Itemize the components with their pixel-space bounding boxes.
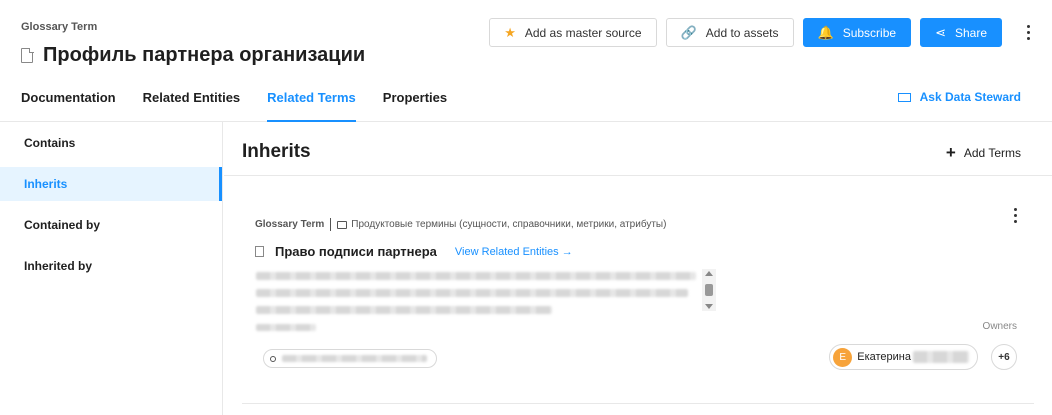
subscribe-label: Subscribe xyxy=(842,25,897,40)
term-card[interactable]: Glossary Term Продуктовые термины (сущно… xyxy=(242,194,1034,404)
redacted-owner-surname xyxy=(913,351,969,363)
glossary-term-icon xyxy=(255,246,264,257)
entity-header: Glossary Term Профиль партнера организац… xyxy=(0,0,1052,122)
owners-label: Owners xyxy=(982,321,1017,332)
term-card-type: Glossary Term xyxy=(255,219,325,230)
plus-icon: + xyxy=(945,143,956,162)
view-related-entities-link[interactable]: View Related Entities → xyxy=(455,246,573,258)
term-card-path[interactable]: Продуктовые термины (сущности, справочни… xyxy=(351,219,666,230)
share-label: Share xyxy=(954,25,987,40)
owner-name: Екатерина xyxy=(857,351,911,363)
sidebar-item-contains[interactable]: Contains xyxy=(0,126,222,160)
tab-related-entities[interactable]: Related Entities xyxy=(143,90,241,122)
redacted-description-line xyxy=(256,324,316,331)
add-terms-label: Add Terms xyxy=(963,146,1021,160)
sidebar-item-inherits[interactable]: Inherits xyxy=(0,167,222,201)
share-icon: ⋖ xyxy=(935,25,946,40)
section-title: Inherits xyxy=(242,141,311,162)
term-card-name-row: Право подписи партнера View Related Enti… xyxy=(255,244,573,259)
related-terms-panel: Inherits + Add Terms Glossary Term Проду… xyxy=(224,122,1052,415)
term-card-meta: Glossary Term Продуктовые термины (сущно… xyxy=(255,218,666,231)
owner-chip[interactable]: E Екатерина xyxy=(829,344,978,370)
avatar: E xyxy=(833,347,853,367)
divider xyxy=(224,175,1052,176)
title-row: Профиль партнера организации xyxy=(21,44,365,67)
relationship-sidebar: Contains Inherits Contained by Inherited… xyxy=(0,122,223,415)
scroll-up-icon[interactable] xyxy=(705,271,713,276)
header-actions: ★ Add as master source 🔗 Add to assets 🔔… xyxy=(480,18,1032,47)
ask-data-steward-label: Ask Data Steward xyxy=(919,90,1021,104)
card-more-options-icon[interactable] xyxy=(1014,208,1017,223)
description-scrollbar[interactable] xyxy=(702,269,716,311)
redacted-description-line xyxy=(256,272,696,280)
scroll-thumb[interactable] xyxy=(705,284,713,296)
more-options-icon[interactable] xyxy=(1024,25,1032,40)
owners-more-button[interactable]: +6 xyxy=(991,344,1017,370)
tab-related-terms[interactable]: Related Terms xyxy=(267,90,356,122)
link-icon: 🔗 xyxy=(680,25,697,40)
tag-icon xyxy=(270,355,276,362)
sidebar-item-inherited-by[interactable]: Inherited by xyxy=(0,249,222,283)
entity-type-label: Glossary Term xyxy=(21,21,98,33)
meta-separator xyxy=(330,218,332,231)
tab-properties[interactable]: Properties xyxy=(383,90,447,122)
term-card-name[interactable]: Право подписи партнера xyxy=(275,244,437,259)
entity-tabs: Documentation Related Entities Related T… xyxy=(21,90,474,122)
tab-documentation[interactable]: Documentation xyxy=(21,90,116,122)
ask-data-steward-link[interactable]: Ask Data Steward xyxy=(897,90,1021,104)
folder-icon xyxy=(337,220,348,229)
star-icon: ★ xyxy=(504,25,516,40)
add-master-source-label: Add as master source xyxy=(524,25,642,40)
mail-icon xyxy=(897,92,911,102)
bell-icon: 🔔 xyxy=(817,25,834,40)
redacted-description-line xyxy=(256,289,688,297)
add-master-source-button[interactable]: ★ Add as master source xyxy=(489,18,657,47)
scroll-down-icon[interactable] xyxy=(705,304,713,309)
tag-chip[interactable] xyxy=(263,349,437,368)
page-title: Профиль партнера организации xyxy=(43,44,366,66)
redacted-description-line xyxy=(256,306,552,314)
subscribe-button[interactable]: 🔔 Subscribe xyxy=(802,18,912,47)
add-terms-button[interactable]: + Add Terms xyxy=(946,143,1021,163)
add-to-assets-label: Add to assets xyxy=(705,25,779,40)
redacted-tag-text xyxy=(282,355,427,362)
share-button[interactable]: ⋖ Share xyxy=(920,18,1002,47)
add-to-assets-button[interactable]: 🔗 Add to assets xyxy=(665,18,794,47)
sidebar-item-contained-by[interactable]: Contained by xyxy=(0,208,222,242)
glossary-term-icon xyxy=(21,47,34,63)
